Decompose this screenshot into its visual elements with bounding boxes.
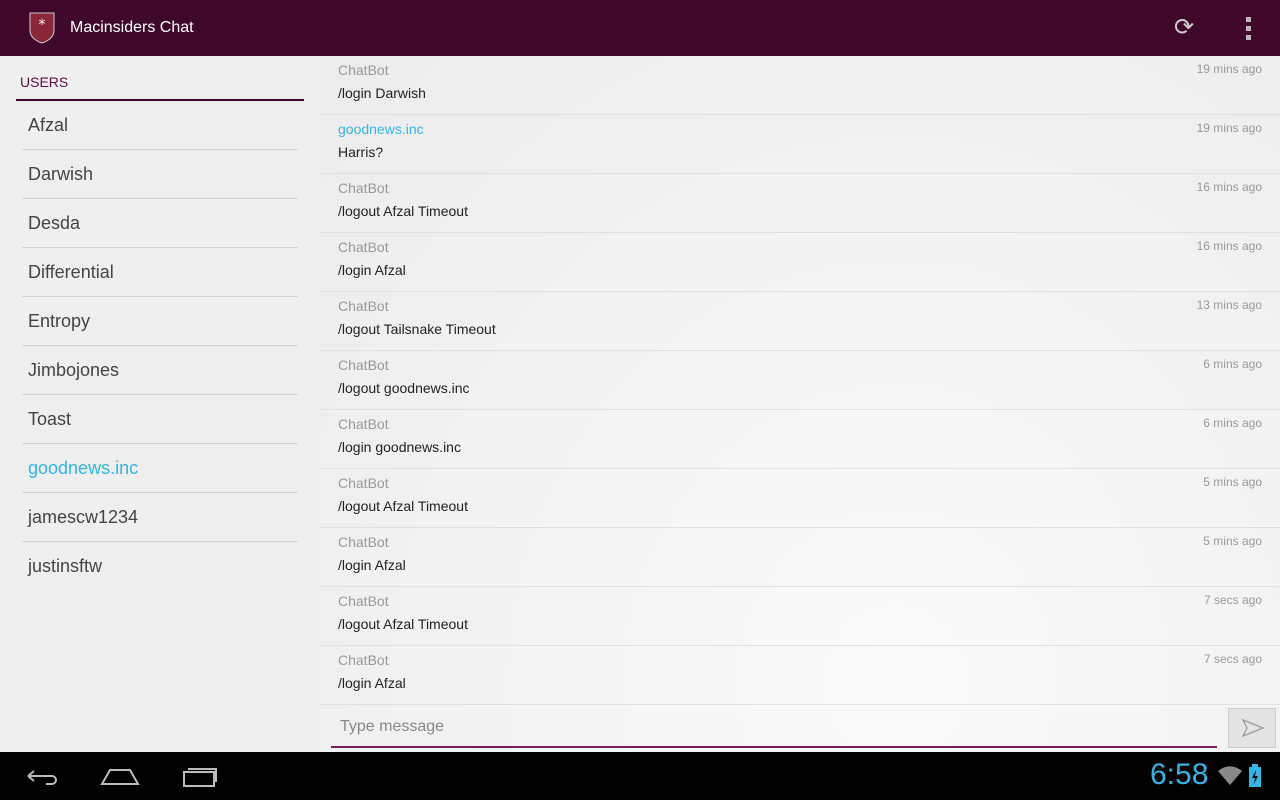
message-item: ChatBot 6 mins ago/logout goodnews.inc bbox=[320, 351, 1280, 410]
message-time: 19 mins ago bbox=[1196, 121, 1262, 135]
message-author[interactable]: ChatBot bbox=[338, 298, 389, 314]
send-button[interactable] bbox=[1228, 708, 1276, 748]
message-list[interactable]: ChatBot 19 mins ago/login Darwish goodnews… bbox=[320, 56, 1280, 752]
message-time: 19 mins ago bbox=[1196, 62, 1262, 76]
message-text: /login Darwish bbox=[338, 85, 426, 101]
message-item: ChatBot 5 mins ago/login Afzal bbox=[320, 528, 1280, 587]
message-time: 5 mins ago bbox=[1203, 475, 1262, 489]
message-author[interactable]: ChatBot bbox=[338, 357, 389, 373]
user-item[interactable]: Entropy bbox=[22, 297, 298, 346]
message-text: /logout Tailsnake Timeout bbox=[338, 321, 496, 337]
send-icon bbox=[1241, 718, 1265, 738]
message-item: ChatBot 16 mins ago/login Afzal bbox=[320, 233, 1280, 292]
message-item: ChatBot 16 mins ago/logout Afzal Timeout bbox=[320, 174, 1280, 233]
message-time: 5 mins ago bbox=[1203, 534, 1262, 548]
message-author[interactable]: ChatBot bbox=[338, 180, 389, 196]
message-author[interactable]: ChatBot bbox=[338, 652, 389, 668]
message-author[interactable]: ChatBot bbox=[338, 62, 389, 78]
clock: 6:58 bbox=[1150, 758, 1209, 791]
message-time: 6 mins ago bbox=[1203, 357, 1262, 371]
user-item[interactable]: justinsftw bbox=[22, 542, 298, 591]
message-time: 16 mins ago bbox=[1196, 180, 1262, 194]
message-author[interactable]: ChatBot bbox=[338, 239, 389, 255]
message-item: ChatBot 7 secs ago/login Afzal bbox=[320, 646, 1280, 705]
message-text: /login Afzal bbox=[338, 675, 406, 691]
user-item[interactable]: Jimbojones bbox=[22, 346, 298, 395]
overflow-menu-icon[interactable] bbox=[1238, 14, 1258, 42]
message-author[interactable]: ChatBot bbox=[338, 475, 389, 491]
back-icon[interactable] bbox=[20, 762, 60, 790]
message-text: /logout goodnews.inc bbox=[338, 380, 470, 396]
message-time: 13 mins ago bbox=[1196, 298, 1262, 312]
user-item[interactable]: Differential bbox=[22, 248, 298, 297]
message-input[interactable] bbox=[331, 708, 1217, 748]
message-time: 7 secs ago bbox=[1203, 593, 1262, 607]
message-text: /logout Afzal Timeout bbox=[338, 616, 468, 632]
system-nav-bar: 6:58 bbox=[0, 752, 1280, 800]
refresh-icon[interactable]: ⟳ bbox=[1170, 14, 1198, 42]
message-text: /logout Afzal Timeout bbox=[338, 203, 468, 219]
user-item[interactable]: Desda bbox=[22, 199, 298, 248]
message-time: 7 secs ago bbox=[1203, 652, 1262, 666]
user-item[interactable]: Darwish bbox=[22, 150, 298, 199]
svg-text:*: * bbox=[39, 17, 46, 33]
message-text: Harris? bbox=[338, 144, 384, 160]
wifi-icon bbox=[1218, 766, 1242, 785]
message-text: /login Afzal bbox=[338, 557, 406, 573]
users-header: USERS bbox=[20, 74, 69, 90]
message-item: ChatBot 5 mins ago/logout Afzal Timeout bbox=[320, 469, 1280, 528]
users-sidebar: USERS Afzal Darwish Desda Differential Entro… bbox=[0, 56, 320, 752]
message-item: goodnews.inc 19 mins ago Harris? bbox=[320, 115, 1280, 174]
message-item: ChatBot 13 mins ago/logout Tailsnake Time… bbox=[320, 292, 1280, 351]
user-list: Afzal Darwish Desda Differential Entropy Jimb… bbox=[22, 101, 298, 591]
message-author[interactable]: goodnews.inc bbox=[338, 121, 424, 137]
action-bar: * Macinsiders Chat ⟳ bbox=[0, 0, 1280, 56]
message-time: 16 mins ago bbox=[1196, 239, 1262, 253]
user-item[interactable]: Toast bbox=[22, 395, 298, 444]
message-time: 6 mins ago bbox=[1203, 416, 1262, 430]
user-item[interactable]: Afzal bbox=[22, 101, 298, 150]
user-item[interactable]: goodnews.inc bbox=[22, 444, 298, 493]
message-item: ChatBot 7 secs ago/logout Afzal Timeout bbox=[320, 587, 1280, 646]
message-item: ChatBot 6 mins ago/login goodnews.inc bbox=[320, 410, 1280, 469]
app-logo-icon: * bbox=[29, 12, 55, 44]
message-text: /login goodnews.inc bbox=[338, 439, 461, 455]
message-text: /login Afzal bbox=[338, 262, 406, 278]
message-author[interactable]: ChatBot bbox=[338, 416, 389, 432]
message-author[interactable]: ChatBot bbox=[338, 534, 389, 550]
recent-apps-icon[interactable] bbox=[180, 762, 220, 790]
user-item[interactable]: jamescw1234 bbox=[22, 493, 298, 542]
home-icon[interactable] bbox=[100, 762, 140, 790]
message-item: ChatBot 19 mins ago/login Darwish bbox=[320, 56, 1280, 115]
message-text: /logout Afzal Timeout bbox=[338, 498, 468, 514]
message-author[interactable]: ChatBot bbox=[338, 593, 389, 609]
battery-charging-icon bbox=[1249, 764, 1261, 787]
app-title: Macinsiders Chat bbox=[70, 19, 194, 36]
